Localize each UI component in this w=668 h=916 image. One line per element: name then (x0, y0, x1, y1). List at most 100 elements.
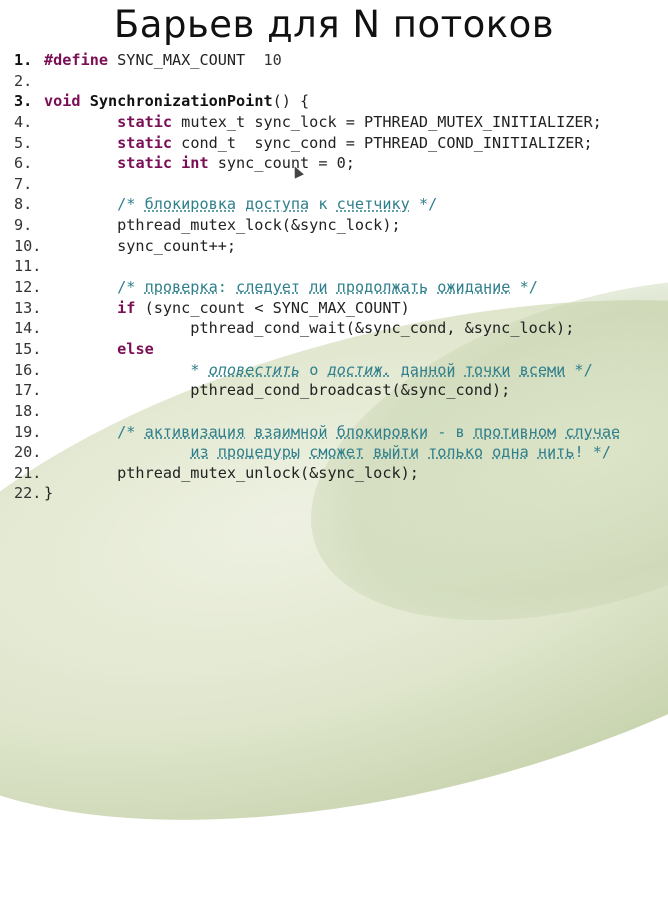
code-token: */ (409, 195, 438, 214)
code-token: данной (400, 360, 456, 379)
code-token: к (309, 195, 337, 214)
code-token: */ (565, 360, 593, 379)
line-number: 11. (14, 257, 42, 276)
code-token: ожидание (437, 278, 511, 297)
code-token: (sync_count < SYNC_MAX_COUNT) (135, 298, 410, 317)
code-line: 17. pthread_cond_broadcast(&sync_cond); (14, 380, 668, 401)
line-number: 13. (14, 298, 42, 317)
code-token: /* (117, 195, 145, 214)
line-number: 7. (14, 174, 33, 193)
line-number: 22. (14, 484, 42, 503)
code-token: static (117, 133, 173, 152)
code-token: достиж. (327, 360, 392, 379)
code-token: только (428, 443, 483, 462)
code-token: else (117, 339, 154, 358)
code-token: следует (236, 278, 301, 297)
line-number: 3. (14, 92, 33, 111)
code-token: оповестить (208, 360, 301, 379)
code-token: ! */ (574, 443, 612, 462)
code-line: 13. if (sync_count < SYNC_MAX_COUNT) (14, 298, 668, 319)
code-line: 22.} (14, 483, 668, 504)
code-token: сможет (309, 443, 365, 462)
line-number: 19. (14, 422, 42, 441)
line-number: 16. (14, 360, 42, 379)
code-token: 10 (263, 51, 282, 69)
code-token: проверка (144, 278, 218, 297)
code-line: 8. /* блокировка доступа к счетчику */ (14, 194, 668, 215)
code-token: cond_t sync_cond = PTHREAD_COND_INITIALI… (172, 133, 593, 152)
line-number: 14. (14, 319, 42, 338)
code-token: противном (473, 422, 557, 441)
code-line: 12. /* проверка: следует ли продолжать о… (14, 277, 668, 298)
line-number: 1. (14, 51, 33, 69)
code-line: 10. sync_count++; (14, 236, 668, 257)
code-token: #define (44, 51, 109, 69)
code-token: void (44, 92, 81, 111)
code-token: pthread_cond_broadcast(&sync_cond); (44, 381, 511, 400)
code-line: 6. static int sync_count = 0; (14, 153, 668, 174)
code-token: активизация (144, 422, 246, 441)
code-token: продолжать (336, 278, 429, 297)
code-line: 4. static mutex_t sync_lock = PTHREAD_MU… (14, 112, 668, 133)
code-line: 9. pthread_mutex_lock(&sync_lock); (14, 215, 668, 236)
code-token: sync_count++; (44, 236, 237, 255)
code-token: sync_count = 0; (208, 154, 355, 173)
code-token: if (117, 298, 136, 317)
line-number: 10. (14, 236, 42, 255)
code-line: 15. else (14, 339, 668, 360)
code-token: одна (492, 443, 529, 462)
code-token: /* (117, 278, 145, 297)
code-line: 3. void SynchronizationPoint() { (14, 91, 668, 112)
line-number: 2. (14, 71, 33, 90)
code-token: всеми (519, 360, 566, 379)
code-line: 18. (14, 401, 668, 422)
code-line: 5. static cond_t sync_cond = PTHREAD_CON… (14, 133, 668, 154)
line-number: 8. (14, 195, 33, 214)
code-line: 21. pthread_mutex_unlock(&sync_lock); (14, 463, 668, 484)
line-number: 4. (14, 112, 33, 131)
line-number: 17. (14, 381, 42, 400)
code-token: взаимной (254, 422, 328, 441)
slide-title: Барьев для N потоков (113, 3, 555, 46)
code-token: блокировки (336, 422, 429, 441)
code-token: - в (428, 422, 474, 441)
line-number: 21. (14, 463, 42, 482)
line-number: 12. (14, 278, 42, 297)
line-number: 18. (14, 401, 42, 420)
code-line: 11. (14, 256, 668, 277)
code-token: pthread_cond_wait(&sync_cond, &sync_lock… (44, 319, 575, 338)
code-token: } (44, 484, 54, 503)
code-token: счетчику (336, 195, 410, 214)
code-token: pthread_mutex_unlock(&sync_lock); (44, 463, 419, 482)
line-number: 6. (14, 154, 33, 173)
line-number: 9. (14, 216, 33, 235)
code-line: 16. * оповестить о достиж. данной точки … (14, 360, 668, 381)
code-token: static int (117, 154, 209, 173)
code-token: */ (510, 278, 538, 297)
line-number: 20. (14, 443, 42, 462)
code-listing: 1. #define SYNC_MAX_COUNT 10 2. 3. void Sync… (14, 50, 668, 504)
line-number: 15. (14, 339, 42, 358)
code-token: mutex_t sync_lock = PTHREAD_MUTEX_INITIA… (172, 112, 602, 131)
code-token: о (300, 360, 328, 379)
code-token: /* (117, 422, 145, 441)
